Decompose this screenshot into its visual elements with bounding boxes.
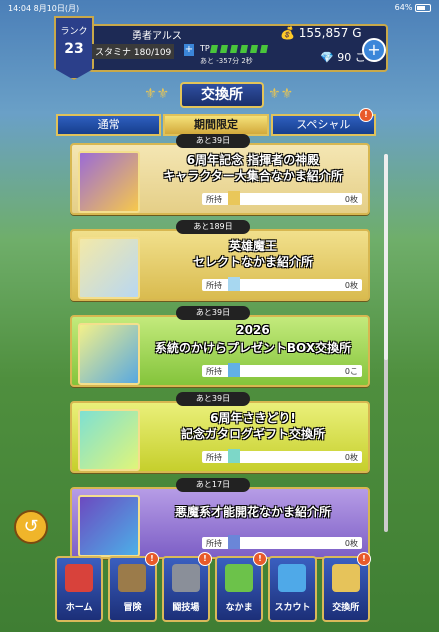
ornament-left-icon: ⚜⚜ <box>144 86 170 102</box>
scrollbar-thumb[interactable] <box>384 154 388 360</box>
nav-home[interactable]: ホーム <box>55 556 104 622</box>
card-title-line2: キャラクター大集合なかま紹介所 <box>163 169 343 183</box>
ticket-icon <box>228 449 240 463</box>
owned-count: 所持 0枚 <box>202 535 362 549</box>
time-remaining-badge: あと39日 <box>176 392 250 406</box>
gold-amount: 💰 155,857 G <box>280 26 362 40</box>
gold-icon: 💰 <box>280 26 295 40</box>
home-icon <box>65 564 93 592</box>
ticket-icon <box>228 535 240 549</box>
ticket-thumbnail-icon <box>78 495 140 557</box>
time-remaining-badge: あと39日 <box>176 306 250 320</box>
card-title-line2: 記念ガタログギフト交換所 <box>180 427 325 441</box>
owned-count: 所持 0枚 <box>202 449 362 463</box>
alert-badge-icon: ! <box>357 552 371 566</box>
gift-box-icon <box>228 363 240 377</box>
page-title: 交換所 <box>180 82 264 108</box>
exchange-tabs: 通常 期間限定 スペシャル <box>56 114 378 136</box>
owned-count: 所持 0枚 <box>202 277 362 291</box>
back-arrow-icon[interactable]: ↺ <box>14 510 48 544</box>
tp-label: TP <box>200 44 210 53</box>
time-remaining-badge: あと39日 <box>176 134 250 148</box>
ticket-thumbnail-icon <box>78 151 140 213</box>
exchange-card[interactable]: あと189日 英雄魔王 セレクトなかま紹介所 所持 0枚 <box>70 220 370 301</box>
tp-timer: あと -357分 2秒 <box>200 57 253 65</box>
status-bar: 14:04 8月10日(月) 64% <box>0 0 439 16</box>
alert-badge-icon: ! <box>253 552 267 566</box>
tab-limited[interactable]: 期間限定 <box>163 114 269 136</box>
horse-cart-icon <box>118 564 147 592</box>
nav-party[interactable]: なかま <box>214 556 264 622</box>
exchange-icon <box>331 564 360 592</box>
exchange-card[interactable]: あと39日 6周年さきどり! 記念ガタログギフト交換所 所持 0枚 <box>70 392 370 473</box>
card-title-line2: セレクトなかま紹介所 <box>192 255 313 269</box>
ornament-right-icon: ⚜⚜ <box>268 86 294 102</box>
stamina-meter: スタミナ 180/109 <box>92 44 175 59</box>
nav-scout[interactable]: スカウト <box>268 556 317 622</box>
ticket-thumbnail-icon <box>78 237 140 299</box>
time-remaining-badge: あと17日 <box>176 478 250 492</box>
card-title-line1: 英雄魔王 <box>228 239 277 253</box>
rank-banner: ランク 23 <box>54 16 94 80</box>
ticket-icon <box>228 191 240 205</box>
nav-adventure[interactable]: 冒険 <box>108 556 157 622</box>
battery-icon <box>415 3 431 12</box>
tp-gauge <box>210 45 268 53</box>
ticket-thumbnail-icon <box>78 409 140 471</box>
gem-count: 💎 90 こ <box>320 51 366 64</box>
stamina-add-button[interactable]: + <box>184 44 194 56</box>
time-remaining-badge: あと189日 <box>176 220 250 234</box>
gem-icon: 💎 <box>320 51 334 64</box>
card-title-line1: 6周年さきどり! <box>210 411 296 425</box>
bottom-navigation: ホーム 冒険 闘技場 なかま スカウト 交換所 <box>55 556 375 626</box>
player-name: 勇者アルス <box>132 31 182 42</box>
status-time: 14:04 8月10日(月) <box>8 4 80 13</box>
card-title-line2: 系統のかけらプレゼントBOX交換所 <box>154 341 352 355</box>
gem-add-button[interactable]: + <box>362 38 386 62</box>
ticket-icon <box>228 277 240 291</box>
owned-count: 所持 0こ <box>202 363 362 377</box>
monster-party-icon <box>224 564 253 592</box>
nav-arena[interactable]: 闘技場 <box>161 556 210 622</box>
exchange-card[interactable]: あと17日 悪魔系才能開花なかま紹介所 所持 0枚 <box>70 478 370 559</box>
tab-normal[interactable]: 通常 <box>56 114 162 136</box>
alert-badge-icon: ! <box>145 552 159 566</box>
card-title-line1: 6周年記念 指揮者の神殿 <box>186 153 320 167</box>
alert-badge-icon: ! <box>359 108 373 122</box>
exchange-card[interactable]: あと39日 2026 系統のかけらプレゼントBOX交換所 所持 0こ <box>70 306 370 387</box>
arena-icon <box>171 564 200 592</box>
exchange-card[interactable]: あと39日 6周年記念 指揮者の神殿 キャラクター大集合なかま紹介所 所持 0枚 <box>70 134 370 215</box>
card-title-line1: 悪魔系才能開花なかま紹介所 <box>174 505 331 519</box>
alert-badge-icon: ! <box>198 552 212 566</box>
exchange-list: あと39日 6周年記念 指揮者の神殿 キャラクター大集合なかま紹介所 所持 0枚 … <box>70 134 370 573</box>
battery-indicator: 64% <box>395 3 431 12</box>
gift-box-thumbnail-icon <box>78 323 140 385</box>
owned-count: 所持 0枚 <box>202 191 362 205</box>
scout-icon <box>278 564 307 592</box>
card-title-line1: 2026 <box>236 323 270 337</box>
